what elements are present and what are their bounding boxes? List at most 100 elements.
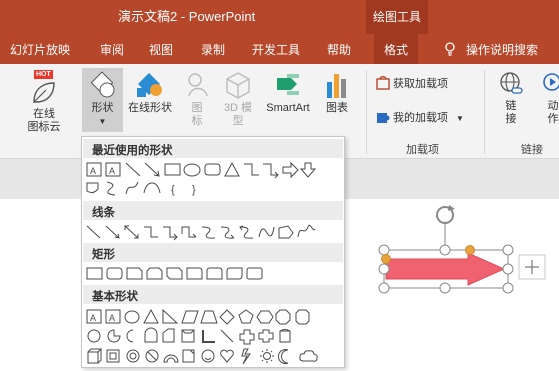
tab-slideshow[interactable]: 幻灯片放映: [10, 41, 70, 58]
vertical-textbox-shape[interactable]: A: [105, 309, 121, 324]
line-shape[interactable]: [125, 162, 141, 177]
elbow-arrow-connector-shape[interactable]: [263, 163, 279, 179]
scribble-shape[interactable]: [125, 181, 139, 195]
triangle-shape[interactable]: [224, 161, 240, 177]
title-bar: 演示文稿2 - PowerPoint 绘图工具: [0, 0, 559, 34]
decagon-shape[interactable]: [295, 309, 310, 325]
arc-shape[interactable]: [143, 182, 161, 194]
partial-circle-shape[interactable]: [87, 329, 101, 343]
right-arrow-shape[interactable]: [282, 161, 299, 179]
tab-review[interactable]: 审阅: [100, 41, 124, 58]
left-brace-shape[interactable]: {: [171, 184, 175, 196]
scribble-shape[interactable]: [297, 224, 316, 238]
folded-corner-shape[interactable]: [182, 349, 195, 363]
chart-button[interactable]: 图表: [322, 70, 352, 115]
pie-shape[interactable]: [107, 329, 121, 343]
block-arc-shape[interactable]: [163, 354, 179, 363]
line-shape[interactable]: [86, 225, 101, 239]
smiley-face-shape[interactable]: [201, 349, 215, 363]
arrow-line-shape[interactable]: [105, 225, 120, 239]
cloud-shape[interactable]: [299, 350, 318, 362]
frame-rectangle-shape[interactable]: [246, 267, 263, 280]
freeform-shape[interactable]: [278, 225, 294, 239]
bevel-inner-shape[interactable]: [109, 352, 117, 360]
link-button[interactable]: 链接: [496, 70, 526, 126]
curved-connector-shape[interactable]: [201, 226, 216, 239]
tab-format[interactable]: 格式: [374, 34, 419, 64]
elbow-double-arrow-connector-shape[interactable]: [181, 226, 197, 238]
curve-connector-shape[interactable]: [106, 181, 116, 196]
3d-models-button[interactable]: 3D 模型: [220, 70, 256, 128]
textbox-shape[interactable]: A: [86, 309, 102, 324]
chord-shape[interactable]: [126, 329, 134, 343]
get-addins-button[interactable]: 获取加载项: [376, 76, 448, 91]
my-addins-button[interactable]: 我的加载项 ▼: [376, 110, 464, 125]
online-shapes-button[interactable]: 在线形状: [126, 70, 174, 115]
rectangle-shape[interactable]: [86, 267, 103, 280]
oval-shape[interactable]: [124, 310, 140, 324]
round-diagonal-rectangle-shape[interactable]: [226, 267, 243, 280]
down-arrow-shape[interactable]: [299, 162, 317, 178]
parallelogram-shape[interactable]: [181, 310, 199, 324]
sun-shape[interactable]: [263, 352, 271, 360]
pentagon-shape[interactable]: [238, 309, 254, 324]
action-button[interactable]: 动作: [538, 70, 559, 126]
octagon-shape[interactable]: [275, 309, 291, 325]
rounded-rectangle-shape[interactable]: [204, 163, 221, 176]
bevel-square-shape[interactable]: [106, 349, 120, 363]
smartart-button[interactable]: SmartArt: [260, 70, 316, 115]
icons-button[interactable]: 图标: [185, 70, 209, 128]
diagonal-stripe-shape[interactable]: [220, 329, 234, 343]
ribbon-separator: [366, 70, 367, 154]
l-shape[interactable]: [202, 330, 215, 343]
globe-link-icon: [500, 72, 523, 94]
cross-shape[interactable]: [239, 329, 255, 345]
layout-options-icon[interactable]: [518, 254, 546, 280]
right-brace-shape[interactable]: }: [192, 184, 196, 196]
double-arrow-line-shape[interactable]: [124, 225, 139, 239]
wave-shape[interactable]: [86, 182, 99, 194]
round-corner-rectangle-shape[interactable]: [186, 267, 203, 280]
snip-diagonal-rectangle-shape[interactable]: [166, 267, 183, 280]
rounded-rectangle-shape[interactable]: [106, 267, 123, 280]
tell-me-search[interactable]: 操作说明搜索: [444, 41, 538, 58]
lightning-bolt-shape[interactable]: [241, 348, 251, 365]
shapes-button[interactable]: 形状 ▼: [82, 70, 123, 128]
snip-same-side-rectangle-shape[interactable]: [146, 267, 163, 280]
curve-shape[interactable]: [258, 226, 275, 238]
hexagon-shape[interactable]: [256, 310, 274, 324]
frame-corner-shape[interactable]: [162, 328, 175, 343]
oval-shape[interactable]: [183, 163, 201, 177]
trapezoid-shape[interactable]: [200, 310, 218, 324]
tab-help[interactable]: 帮助: [327, 41, 351, 58]
elbow-connector-shape[interactable]: [244, 163, 259, 176]
tab-developer[interactable]: 开发工具: [252, 41, 300, 58]
tab-record[interactable]: 录制: [201, 41, 225, 58]
action-icon: [543, 73, 559, 91]
donut-inner-shape[interactable]: [129, 352, 137, 360]
textbox-shape[interactable]: A: [86, 162, 102, 177]
diamond-shape[interactable]: [219, 309, 235, 325]
snip-corner-rectangle-shape[interactable]: [126, 267, 143, 280]
curved-arrow-connector-shape[interactable]: [220, 226, 235, 239]
tab-view[interactable]: 视图: [149, 41, 173, 58]
triangle-shape[interactable]: [143, 308, 159, 324]
teardrop-shape[interactable]: [144, 327, 158, 343]
rectangle-shape[interactable]: [164, 163, 181, 176]
arrow-line-shape[interactable]: [144, 162, 160, 177]
right-triangle-shape[interactable]: [162, 308, 179, 324]
can-shape[interactable]: [279, 329, 291, 343]
plaque-shape[interactable]: [258, 329, 274, 343]
curved-double-arrow-connector-shape[interactable]: [239, 225, 254, 239]
moon-shape[interactable]: [277, 349, 289, 364]
elbow-arrow-connector-shape[interactable]: [163, 226, 178, 241]
donut-shape[interactable]: [126, 349, 140, 363]
heart-shape[interactable]: [220, 349, 234, 363]
round-same-side-rectangle-shape[interactable]: [206, 267, 223, 280]
vertical-textbox-shape[interactable]: A: [105, 162, 121, 177]
rotate-handle-icon[interactable]: [436, 205, 455, 224]
cube-shape[interactable]: [87, 348, 103, 364]
elbow-connector-shape[interactable]: [144, 226, 158, 238]
bevel-shape[interactable]: [181, 329, 195, 343]
online-icon-cloud-button[interactable]: HOT 在线 图标云: [24, 70, 64, 134]
